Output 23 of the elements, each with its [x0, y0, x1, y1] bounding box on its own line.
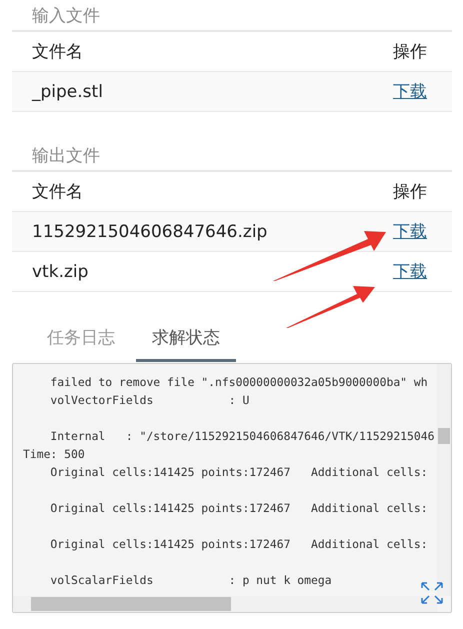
log-line: Time: 500 — [23, 446, 85, 463]
file-name: _pipe.stl — [32, 82, 103, 102]
column-header: 文件名 — [32, 41, 83, 63]
log-line: Internal : "/store/1152921504606847646/VTK/11529215046 — [49, 428, 434, 445]
log-line: failed to remove file ".nfs00000000032a05b9000000ba" wh — [49, 374, 428, 391]
log-line: volVectorFields : U — [49, 392, 250, 409]
log-line: Original cells:141425 points:172467 Additional cells: — [49, 500, 428, 517]
log-line: Original cells:141425 points:172467 Additional cells: — [49, 536, 428, 553]
file-name: vtk.zip — [32, 262, 88, 282]
horizontal-scrollbar[interactable] — [13, 596, 437, 612]
section-title: 输出文件 — [32, 144, 100, 166]
column-header: 操作 — [393, 41, 427, 63]
column-header: 文件名 — [32, 181, 83, 203]
file-name: 1152921504606847646.zip — [32, 222, 268, 242]
download-link[interactable]: 下载 — [393, 220, 427, 243]
section-title: 输入文件 — [32, 4, 100, 26]
log-line: Original cells:141425 points:172467 Additional cells: — [49, 464, 428, 481]
column-header: 操作 — [393, 181, 427, 203]
vertical-scrollbar[interactable] — [437, 364, 451, 596]
download-link[interactable]: 下载 — [393, 80, 427, 103]
expand-icon[interactable] — [421, 582, 443, 604]
download-link[interactable]: 下载 — [393, 260, 427, 283]
log-line: volScalarFields : p nut k omega — [49, 572, 332, 589]
